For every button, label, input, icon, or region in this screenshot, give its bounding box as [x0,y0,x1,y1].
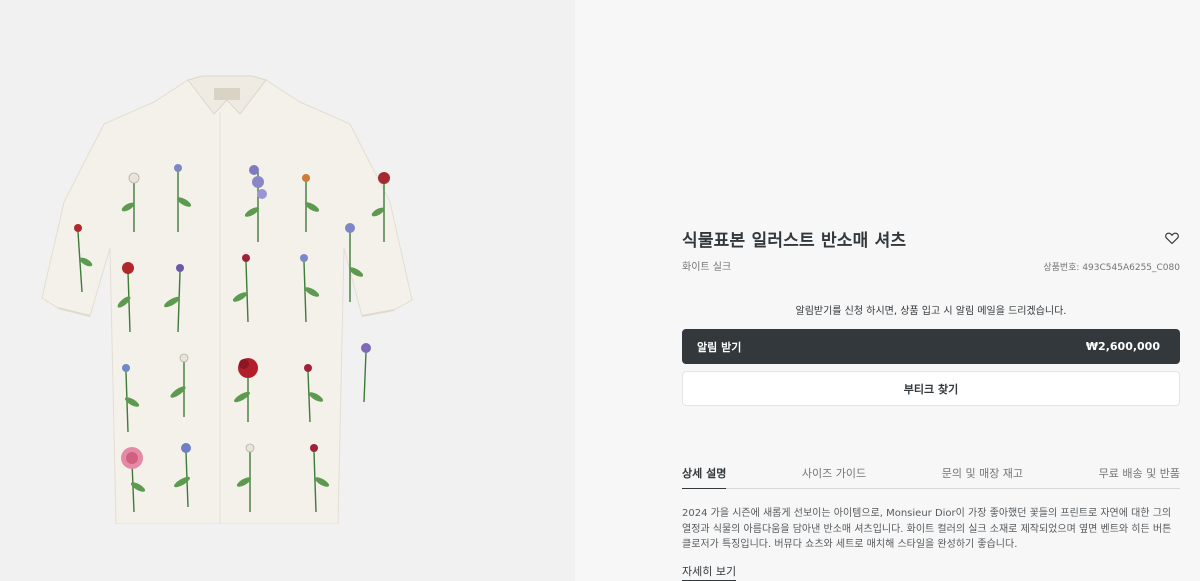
product-material: 화이트 실크 [682,262,732,273]
tab-details[interactable]: 상세 설명 [682,460,727,489]
product-image-panel [0,0,575,581]
product-code: 상품번호: 493C545A6255_C080 [1043,263,1180,273]
notify-me-button[interactable]: 알림 받기 ₩2,600,000 [682,329,1180,364]
heart-outline-icon[interactable] [1164,230,1180,246]
product-info-panel: 식물표본 일러스트 반소매 셔츠 화이트 실크 상품번호: 493C545A62… [575,0,1200,581]
product-price: ₩2,600,000 [1085,340,1160,353]
product-title: 식물표본 일러스트 반소매 셔츠 [682,231,907,251]
find-boutique-button[interactable]: 부티크 찾기 [682,371,1180,406]
notify-message: 알림받기를 신청 하시면, 상품 입고 시 알림 메일을 드리겠습니다. [795,306,1067,317]
tab-size-guide[interactable]: 사이즈 가이드 [802,460,866,489]
notify-button-label: 알림 받기 [697,340,742,354]
find-boutique-label: 부티크 찾기 [903,382,959,396]
shirt-illustration [41,75,413,524]
product-image[interactable] [38,72,416,524]
tab-inquiry-stock[interactable]: 문의 및 매장 재고 [942,460,1023,489]
tab-free-shipping-returns[interactable]: 무료 배송 및 반품 [1099,460,1180,489]
product-description: 2024 가을 시즌에 새롭게 선보이는 아이템으로, Monsieur Dio… [682,508,1172,550]
product-tabs: 상세 설명 사이즈 가이드 문의 및 매장 재고 무료 배송 및 반품 [682,460,1180,489]
read-more-link[interactable]: 자세히 보기 [682,563,737,581]
